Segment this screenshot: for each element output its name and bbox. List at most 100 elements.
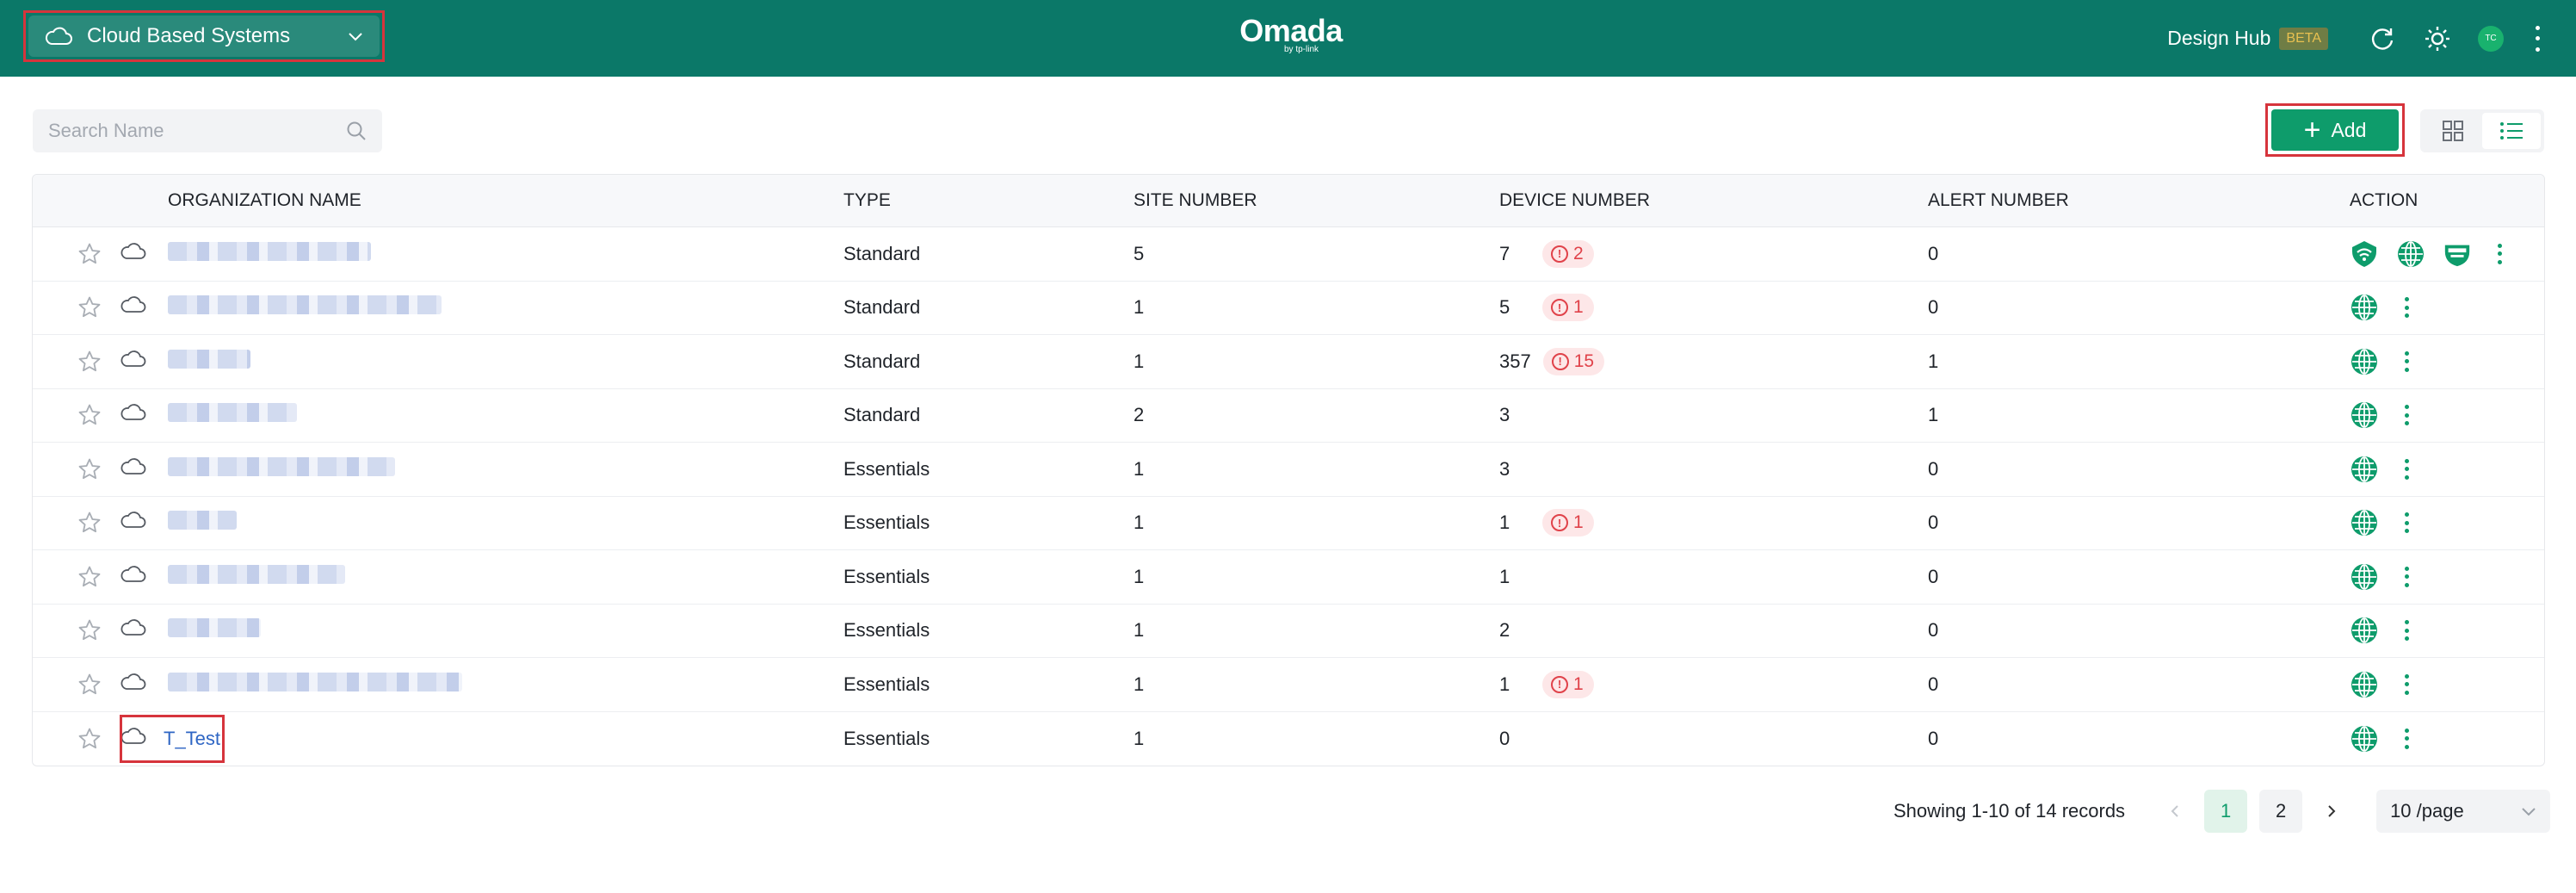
globe-icon[interactable] — [2350, 616, 2379, 645]
refresh-icon[interactable] — [2368, 24, 2397, 53]
globe-icon[interactable] — [2350, 293, 2379, 322]
more-icon[interactable] — [2403, 297, 2410, 319]
globe-icon[interactable] — [2396, 239, 2425, 269]
redacted-org-name[interactable] — [168, 295, 442, 315]
table-row[interactable]: Essentials 1 2 0 — [33, 605, 2544, 658]
device-alert-badge[interactable]: ! 2 — [1542, 239, 1594, 268]
col-organization-name[interactable]: ORGANIZATION NAME — [168, 190, 843, 211]
redacted-org-name[interactable] — [168, 241, 371, 261]
star-icon[interactable] — [77, 565, 102, 589]
page-1-button[interactable]: 1 — [2204, 790, 2248, 833]
page-2-button[interactable]: 2 — [2259, 790, 2303, 833]
globe-icon[interactable] — [2350, 562, 2379, 592]
more-icon[interactable] — [2403, 458, 2410, 480]
more-icon[interactable] — [2403, 620, 2410, 642]
table-row[interactable]: Standard 1 5! 1 0 — [33, 282, 2544, 335]
more-icon[interactable] — [2496, 243, 2503, 264]
next-page-icon[interactable] — [2314, 794, 2349, 828]
search-box — [33, 109, 382, 152]
device-number-cell: 5! 1 — [1499, 294, 1928, 322]
search-input[interactable] — [48, 120, 346, 142]
table-row[interactable]: Essentials 1 1! 1 0 — [33, 658, 2544, 712]
more-icon[interactable] — [2403, 405, 2410, 426]
design-hub-link[interactable]: Design Hub — [2167, 27, 2270, 50]
star-icon[interactable] — [77, 242, 102, 266]
table-header: ORGANIZATION NAME TYPE SITE NUMBER DEVIC… — [33, 175, 2544, 227]
device-alert-badge[interactable]: ! 15 — [1542, 347, 1605, 375]
star-icon[interactable] — [77, 457, 102, 481]
table-row[interactable]: Standard 2 3 1 — [33, 389, 2544, 443]
action-cell — [2350, 455, 2544, 484]
more-icon[interactable] — [2403, 728, 2410, 749]
table-row[interactable]: Essentials 1 1 0 — [33, 550, 2544, 605]
cloud-icon — [120, 350, 146, 367]
org-name-cell — [168, 456, 843, 481]
type-cell: Standard — [843, 242, 921, 264]
more-menu-icon[interactable] — [2533, 25, 2542, 52]
table-row[interactable]: Essentials 1 1! 1 0 — [33, 497, 2544, 550]
globe-icon[interactable] — [2350, 670, 2379, 699]
organization-table: ORGANIZATION NAME TYPE SITE NUMBER DEVIC… — [32, 174, 2545, 766]
more-icon[interactable] — [2403, 673, 2410, 695]
star-icon[interactable] — [77, 618, 102, 642]
col-action: ACTION — [2350, 190, 2418, 210]
globe-icon[interactable] — [2350, 400, 2379, 430]
star-icon[interactable] — [77, 350, 102, 374]
more-icon[interactable] — [2403, 350, 2410, 372]
avatar[interactable]: TC — [2478, 25, 2504, 52]
more-icon[interactable] — [2403, 566, 2410, 587]
org-select[interactable]: Cloud Based Systems — [28, 16, 380, 57]
redacted-org-name[interactable] — [168, 672, 462, 691]
star-icon[interactable] — [77, 727, 102, 751]
add-button-label: Add — [2331, 118, 2367, 141]
site-number-cell: 1 — [1134, 727, 1145, 749]
redacted-org-name[interactable] — [168, 564, 345, 584]
search-icon[interactable] — [346, 121, 367, 141]
table-body: Standard 5 7! 2 0 Standard 1 5! 1 0 Standa… — [33, 227, 2544, 766]
star-icon[interactable] — [77, 673, 102, 697]
org-name-cell — [168, 349, 843, 374]
switch-icon[interactable] — [2443, 239, 2472, 269]
device-alert-badge[interactable]: ! 1 — [1542, 509, 1594, 537]
redacted-org-name[interactable] — [168, 456, 395, 476]
device-alert-badge[interactable]: ! 1 — [1542, 670, 1594, 698]
type-cell: Essentials — [843, 619, 930, 642]
star-icon[interactable] — [77, 511, 102, 535]
globe-icon[interactable] — [2350, 455, 2379, 484]
redacted-org-name[interactable] — [168, 403, 297, 423]
grid-icon — [2443, 121, 2463, 141]
page-size-select[interactable]: 10 /page — [2376, 790, 2551, 833]
col-alert-number: ALERT NUMBER — [1928, 190, 2069, 210]
top-bar: Cloud Based Systems Omada by tp-link Des… — [0, 0, 2576, 77]
device-count: 7 — [1499, 242, 1510, 264]
type-cell: Essentials — [843, 457, 930, 480]
table-row[interactable]: Standard 1 357! 15 1 — [33, 335, 2544, 389]
redacted-org-name[interactable] — [168, 618, 261, 638]
grid-view-button[interactable] — [2424, 113, 2482, 149]
device-number-cell: 357! 15 — [1499, 347, 1928, 375]
org-select-highlight: Cloud Based Systems — [23, 10, 385, 62]
beta-badge: BETA — [2279, 27, 2328, 50]
table-row[interactable]: Standard 5 7! 2 0 — [33, 227, 2544, 282]
list-view-button[interactable] — [2482, 113, 2541, 149]
device-number-cell: 3 — [1499, 404, 1928, 426]
more-icon[interactable] — [2403, 512, 2410, 534]
star-icon[interactable] — [77, 403, 102, 427]
redacted-org-name[interactable] — [168, 511, 237, 530]
wifi-icon[interactable] — [2350, 239, 2379, 269]
table-row[interactable]: Essentials 1 3 0 — [33, 443, 2544, 497]
redacted-org-name[interactable] — [168, 349, 250, 369]
table-row[interactable]: T_Test Essentials 1 0 0 — [33, 712, 2544, 766]
omada-logo: Omada by tp-link — [1239, 16, 1343, 55]
device-alert-badge[interactable]: ! 1 — [1542, 294, 1594, 322]
globe-icon[interactable] — [2350, 347, 2379, 376]
add-button[interactable]: + Add — [2271, 109, 2399, 151]
star-icon[interactable] — [77, 295, 102, 319]
org-name-cell — [168, 241, 843, 266]
globe-icon[interactable] — [2350, 724, 2379, 753]
globe-icon[interactable] — [2350, 508, 2379, 537]
theme-sun-icon[interactable] — [2423, 24, 2452, 53]
org-name-link[interactable]: T_Test — [164, 728, 220, 749]
prev-page-icon[interactable] — [2158, 794, 2192, 828]
alert-icon: ! — [1551, 514, 1568, 532]
